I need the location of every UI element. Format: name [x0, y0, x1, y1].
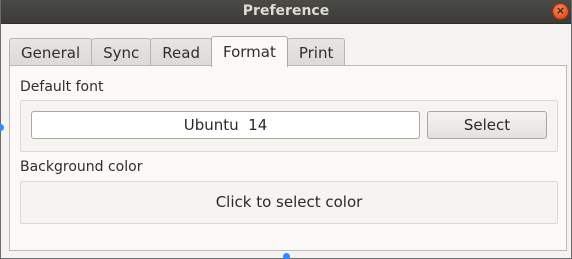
- resize-handle-left[interactable]: [0, 124, 4, 131]
- font-display-field[interactable]: Ubuntu 14: [31, 111, 420, 139]
- tab-read[interactable]: Read: [150, 38, 212, 66]
- select-font-button[interactable]: Select: [427, 111, 547, 139]
- tab-format[interactable]: Format: [210, 36, 288, 67]
- tab-general[interactable]: General: [9, 38, 93, 66]
- close-button[interactable]: ×: [552, 3, 569, 20]
- tab-bar: General Sync Read Format Print: [9, 36, 346, 67]
- format-tab-panel: Default font Ubuntu 14 Select Background…: [9, 65, 567, 251]
- close-icon: ×: [555, 4, 566, 17]
- preference-window: Preference × General Sync Read Format Pr…: [0, 0, 572, 259]
- resize-handle-bottom[interactable]: [283, 253, 290, 259]
- title-bar[interactable]: Preference ×: [1, 0, 571, 24]
- background-color-picker[interactable]: Click to select color: [20, 181, 558, 224]
- default-font-group: Ubuntu 14 Select: [20, 100, 558, 152]
- tab-sync[interactable]: Sync: [91, 38, 152, 66]
- window-title: Preference: [242, 3, 330, 19]
- default-font-label: Default font: [20, 79, 104, 95]
- background-color-label: Background color: [20, 159, 143, 175]
- color-picker-text[interactable]: Click to select color: [21, 182, 557, 223]
- tab-print[interactable]: Print: [286, 38, 346, 66]
